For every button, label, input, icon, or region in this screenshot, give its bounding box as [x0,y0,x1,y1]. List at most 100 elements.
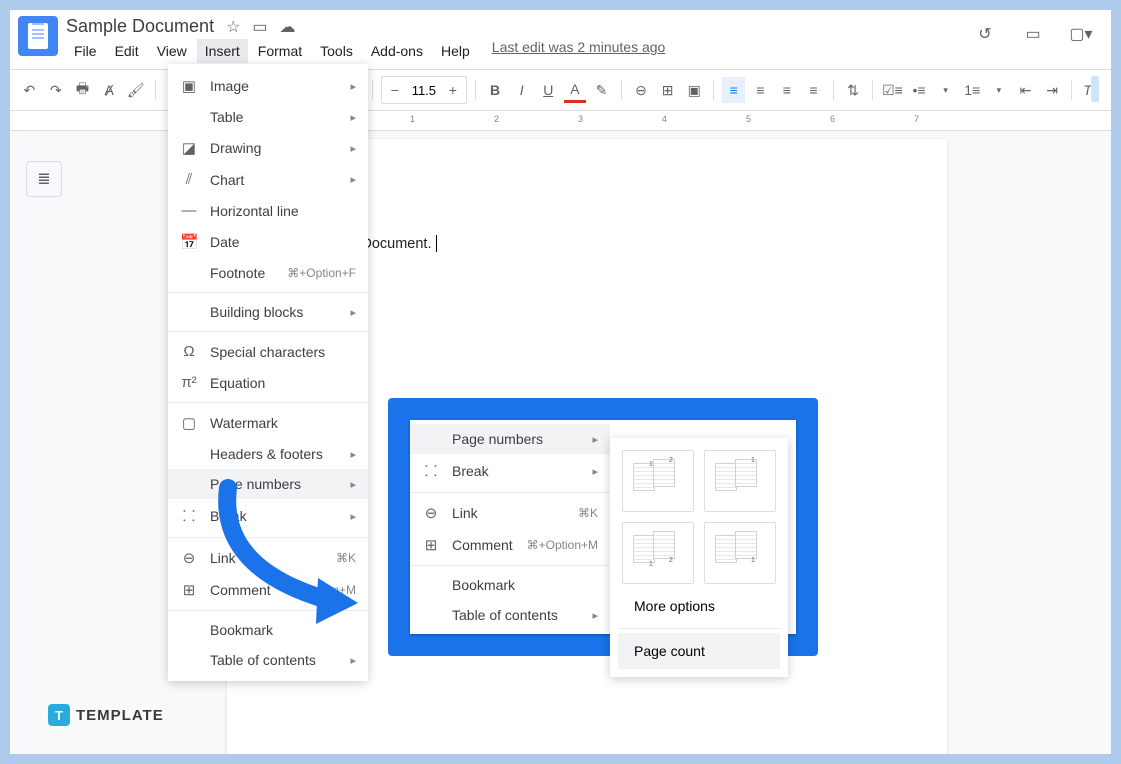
cloud-icon[interactable]: ☁ [280,17,296,37]
menu-item-icon: ⫽ [180,171,198,188]
indent-decrease-icon[interactable]: ⇤ [1014,77,1037,103]
ruler-tick: 5 [746,114,751,124]
menu-shortcut: ⌘K [578,506,598,520]
redo-icon[interactable]: ↷ [45,77,68,103]
undo-icon[interactable]: ↶ [18,77,41,103]
highlight-icon[interactable]: ✎ [590,77,613,103]
font-size-plus[interactable]: + [440,77,466,103]
ruler-tick: 4 [662,114,667,124]
menu-item-label: Image [210,78,338,94]
title-block: Sample Document ☆ ▭ ☁ FileEditViewInsert… [66,16,665,63]
menu-item-label: Footnote [210,265,275,281]
menu-file[interactable]: File [66,39,105,63]
menu-item-image[interactable]: ▣Image▸ [168,70,368,102]
line-spacing-icon[interactable]: ⇅ [842,77,865,103]
menu-item-drawing[interactable]: ◪Drawing▸ [168,132,368,164]
menu-edit[interactable]: Edit [107,39,147,63]
menu-item-icon: ▢ [180,414,198,432]
align-right-icon[interactable]: ≡ [776,77,799,103]
menu-format[interactable]: Format [250,39,310,63]
menu-item-label: Special characters [210,344,356,360]
pn-option-bottom-right-skip-first[interactable]: 1 [704,522,776,584]
checklist-icon[interactable]: ☑≡ [881,77,904,103]
menu-item-icon: ◪ [180,139,198,157]
header-area: Sample Document ☆ ▭ ☁ FileEditViewInsert… [10,10,1111,69]
menu-item-icon: — [180,202,198,219]
edit-info[interactable]: Last edit was 2 minutes ago [492,39,666,63]
watermark-brand: T TEMPLATE [48,704,164,726]
page-count-item[interactable]: Page count [618,633,780,669]
font-size-minus[interactable]: − [382,77,408,103]
menu-view[interactable]: View [149,39,195,63]
menu-item-break[interactable]: ⸬Break▸ [410,454,610,488]
menu-item-footnote[interactable]: Footnote⌘+Option+F [168,258,368,288]
menu-item-watermark[interactable]: ▢ Watermark [168,407,368,439]
menu-item-table[interactable]: Table▸ [168,102,368,132]
menu-item-label: Comment [452,537,515,553]
google-docs-window: Sample Document ☆ ▭ ☁ FileEditViewInsert… [10,10,1111,754]
menu-item-comment[interactable]: ⊞ Comment ⌘+Option+M [410,529,610,561]
font-size-control: − + [381,76,467,104]
menu-item-table-of-contents[interactable]: Table of contents▸ [410,600,610,630]
menu-help[interactable]: Help [433,39,478,63]
link-icon[interactable]: ⊖ [630,77,653,103]
bold-icon[interactable]: B [484,77,507,103]
numbered-list-icon[interactable]: 1≡ [961,77,984,103]
italic-icon[interactable]: I [510,77,533,103]
menu-item-horizontal-line[interactable]: — Horizontal line [168,195,368,226]
paint-format-icon[interactable]: 🖌 [124,77,147,103]
align-center-icon[interactable]: ≡ [749,77,772,103]
ruler-tick: 2 [494,114,499,124]
chevron-down-icon[interactable]: ▾ [934,77,957,103]
doc-title[interactable]: Sample Document [66,16,214,37]
menu-item-headers-footers[interactable]: Headers & footers▸ [168,439,368,469]
menu-item-equation[interactable]: π²Equation [168,367,368,398]
pn-option-top-right-all[interactable]: 12 [622,450,694,512]
pn-option-bottom-right-all[interactable]: 12 [622,522,694,584]
menu-item-special-characters[interactable]: ΩSpecial characters [168,336,368,367]
bullet-list-icon[interactable]: •≡ [908,77,931,103]
menu-item-label: Horizontal line [210,203,356,219]
menu-item-page-numbers[interactable]: Page numbers▸ [410,424,610,454]
menu-item-bookmark[interactable]: Bookmark [410,570,610,600]
comment-icon[interactable]: ▭ [1019,20,1047,48]
add-comment-icon[interactable]: ⊞ [656,77,679,103]
outline-icon[interactable]: ≣ [26,161,62,197]
ruler-tick: 3 [578,114,583,124]
menu-insert[interactable]: Insert [197,39,248,63]
align-justify-icon[interactable]: ≡ [802,77,825,103]
menu-item-icon: ▣ [180,77,198,95]
indent-increase-icon[interactable]: ⇥ [1041,77,1064,103]
menu-item-date[interactable]: 📅Date [168,226,368,258]
tutorial-arrow-icon [208,478,368,628]
underline-icon[interactable]: U [537,77,560,103]
present-icon[interactable]: ▢▾ [1067,20,1095,48]
image-insert-icon[interactable]: ▣ [683,77,706,103]
star-icon[interactable]: ☆ [226,17,240,37]
menu-item-label: Page numbers [452,431,580,447]
menu-shortcut: ⌘+Option+M [527,538,598,552]
docs-logo[interactable] [18,16,58,56]
font-size-input[interactable] [408,83,440,98]
move-icon[interactable]: ▭ [252,17,267,37]
spellcheck-icon[interactable]: Ⱥ [98,77,121,103]
menu-separator [168,402,368,403]
menu-add-ons[interactable]: Add-ons [363,39,431,63]
menu-item-table-of-contents[interactable]: Table of contents▸ [168,645,368,675]
print-icon[interactable]: 🖶 [71,77,94,103]
more-options-item[interactable]: More options [618,588,780,624]
menu-item-link[interactable]: ⊖Link⌘K [410,497,610,529]
menu-item-label: Watermark [210,415,356,431]
menu-item-chart[interactable]: ⫽Chart▸ [168,164,368,195]
align-left-icon[interactable]: ≡ [722,77,745,103]
history-icon[interactable]: ↺ [971,20,999,48]
chevron-down-icon[interactable]: ▾ [988,77,1011,103]
menu-item-label: Building blocks [210,304,338,320]
menu-item-label: Drawing [210,140,338,156]
menubar: FileEditViewInsertFormatToolsAdd-onsHelp… [66,39,665,63]
menu-item-building-blocks[interactable]: Building blocks▸ [168,297,368,327]
pn-option-top-right-skip-first[interactable]: 1 [704,450,776,512]
menu-item-icon: ⊞ [422,536,440,554]
text-color-icon[interactable]: A [564,77,587,103]
menu-tools[interactable]: Tools [312,39,361,63]
